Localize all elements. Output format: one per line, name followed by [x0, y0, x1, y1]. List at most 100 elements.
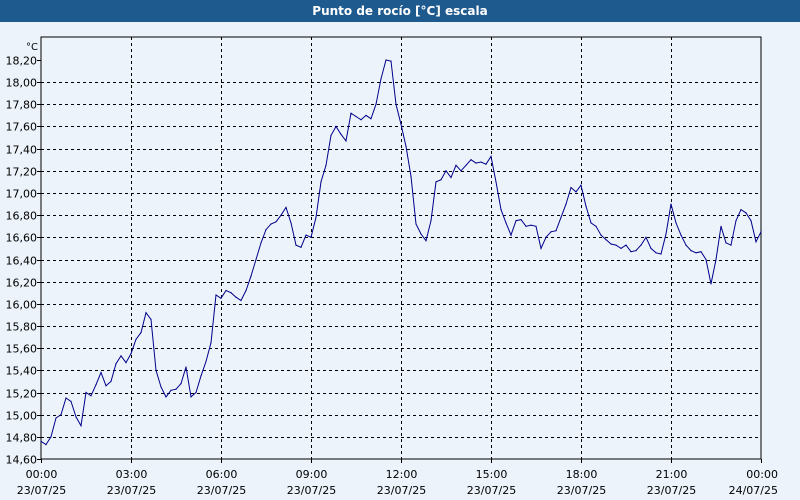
data-point: [505, 222, 507, 224]
data-point: [75, 416, 77, 418]
data-point: [270, 223, 272, 225]
x-tick-date: 24/07/25: [729, 484, 778, 497]
x-tick-date: 23/07/25: [467, 484, 516, 497]
data-point: [680, 234, 682, 236]
data-point: [405, 145, 407, 147]
data-point: [225, 289, 227, 292]
data-point: [620, 247, 622, 249]
data-point: [245, 289, 247, 292]
data-point: [520, 219, 522, 221]
data-point: [235, 296, 237, 298]
y-axis-unit: °C: [26, 42, 38, 53]
data-point: [725, 242, 727, 244]
data-point: [445, 170, 447, 172]
y-tick-label: 14,60: [6, 454, 38, 467]
data-point: [585, 205, 587, 207]
data-point: [485, 163, 487, 165]
x-tick-time: 00:00: [26, 468, 58, 481]
data-point: [155, 369, 157, 371]
y-tick-label: 15,00: [6, 410, 38, 423]
data-point: [745, 212, 747, 214]
data-point: [705, 258, 707, 261]
data-point: [490, 155, 492, 157]
data-point: [335, 125, 337, 128]
data-point: [570, 186, 572, 189]
data-point: [690, 250, 692, 252]
data-point: [60, 414, 62, 416]
x-tick-time: 09:00: [296, 468, 328, 481]
data-point: [710, 283, 712, 285]
data-point: [330, 134, 332, 136]
data-point: [290, 222, 292, 224]
data-point: [665, 233, 667, 235]
x-tick-time: 03:00: [116, 468, 148, 481]
data-point: [45, 444, 47, 446]
data-point: [540, 247, 542, 249]
data-point: [415, 223, 417, 225]
x-tick-time: 18:00: [566, 468, 598, 481]
data-point: [170, 389, 172, 391]
data-point: [525, 225, 527, 227]
y-tick-label: 16,40: [6, 255, 38, 268]
data-point: [470, 159, 472, 161]
y-tick-label: 15,60: [6, 343, 38, 356]
data-point: [80, 425, 82, 427]
data-point: [510, 234, 512, 236]
data-point: [255, 258, 257, 261]
data-point: [185, 366, 187, 368]
data-point: [315, 216, 317, 218]
data-point: [365, 114, 367, 116]
data-point: [70, 400, 72, 402]
data-point: [545, 236, 547, 238]
data-point: [630, 251, 632, 253]
data-point: [120, 355, 122, 357]
data-point: [650, 247, 652, 249]
y-tick-label: 16,00: [6, 299, 38, 312]
data-point: [440, 179, 442, 181]
y-tick-label: 18,20: [6, 55, 38, 68]
data-point: [750, 220, 752, 222]
data-point: [695, 252, 697, 254]
data-point: [210, 342, 212, 344]
data-point: [115, 363, 117, 365]
chart-canvas: 18,20 18,00 17,80 17,60 17,40 17,20 17,00 16,80…: [6, 36, 778, 497]
data-point: [300, 246, 302, 248]
data-point: [165, 396, 167, 398]
data-point: [565, 203, 567, 205]
data-point: [320, 181, 322, 183]
data-point: [450, 176, 452, 179]
y-tick-label: 17,00: [6, 188, 38, 201]
data-point: [50, 436, 52, 438]
data-point: [625, 244, 627, 246]
data-point: [430, 220, 432, 222]
data-point: [595, 225, 597, 227]
data-point: [350, 112, 352, 114]
data-point: [580, 184, 582, 186]
x-tick-time: 15:00: [476, 468, 508, 481]
data-point: [555, 230, 557, 232]
data-point: [310, 236, 312, 238]
y-axis: 18,20 18,00 17,80 17,60 17,40 17,20 17,00 16,80…: [6, 55, 41, 467]
data-point: [295, 244, 297, 246]
data-point: [645, 236, 647, 238]
data-point: [480, 161, 482, 163]
data-point: [230, 292, 232, 294]
data-point: [615, 244, 617, 246]
data-point: [700, 251, 702, 253]
y-tick-label: 15,80: [6, 321, 38, 334]
data-point: [655, 252, 657, 254]
data-point: [760, 231, 762, 233]
y-tick-label: 18,00: [6, 77, 38, 90]
x-tick-date: 23/07/25: [647, 484, 696, 497]
data-point: [715, 258, 717, 261]
data-point: [395, 103, 397, 105]
data-point: [285, 206, 287, 208]
data-point: [735, 220, 737, 222]
data-point: [90, 395, 92, 397]
data-point: [390, 60, 392, 62]
data-point: [150, 318, 152, 320]
y-tick-label: 17,20: [6, 166, 38, 179]
data-point: [250, 275, 252, 277]
data-point: [640, 244, 642, 246]
data-point: [200, 375, 202, 377]
